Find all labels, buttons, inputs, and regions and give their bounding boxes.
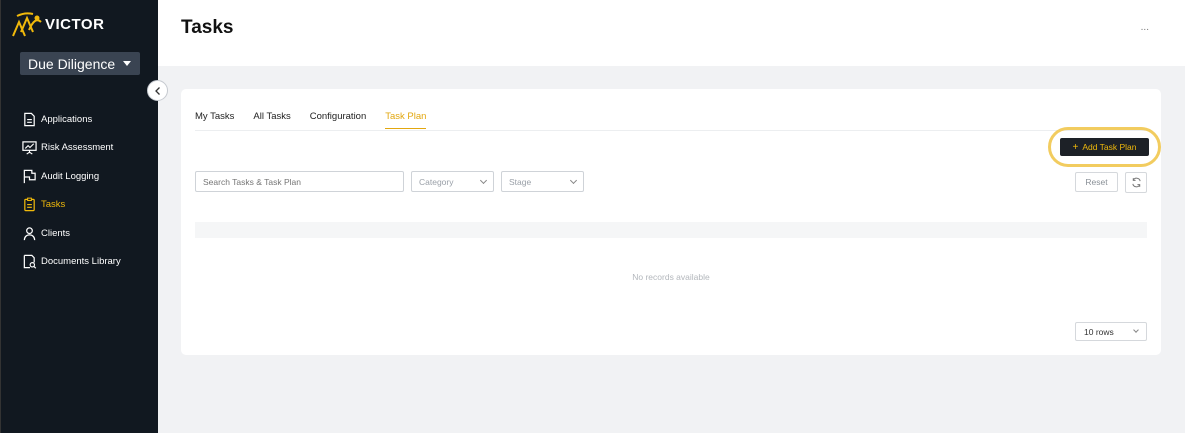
chevron-down-icon	[1133, 327, 1139, 333]
user-icon	[20, 224, 38, 242]
sidebar-item-label: Documents Library	[41, 256, 121, 268]
table-header	[195, 222, 1147, 238]
module-select-value: Due Diligence	[28, 55, 116, 72]
search-input[interactable]	[195, 171, 404, 192]
sidebar-nav: Applications Risk Assessment Audit Loggi…	[20, 105, 155, 276]
refresh-button[interactable]	[1125, 172, 1147, 193]
tab-task-plan[interactable]: Task Plan	[385, 111, 427, 129]
add-task-plan-label: Add Task Plan	[1082, 142, 1137, 152]
tab-my-tasks[interactable]: My Tasks	[195, 111, 234, 129]
page-header: Tasks ...	[158, 0, 1185, 66]
sidebar: VICTOR Due Diligence Applications Risk A…	[0, 0, 158, 433]
tab-configuration[interactable]: Configuration	[310, 111, 367, 129]
stage-placeholder: Stage	[509, 176, 532, 187]
sidebar-item-risk-assessment[interactable]: Risk Assessment	[20, 134, 155, 163]
sidebar-item-audit-logging[interactable]: Audit Logging	[20, 162, 155, 191]
chevron-down-icon	[569, 176, 578, 185]
brand-name: VICTOR	[45, 15, 105, 33]
clipboard-icon	[20, 196, 38, 214]
sidebar-item-applications[interactable]: Applications	[20, 105, 155, 134]
tabs-divider	[195, 130, 1147, 131]
logo[interactable]: VICTOR	[11, 10, 104, 38]
refresh-icon	[1131, 177, 1141, 188]
add-task-plan-button[interactable]: + Add Task Plan	[1060, 138, 1149, 156]
category-select[interactable]: Category	[411, 171, 494, 192]
add-task-plan-highlight: + Add Task Plan	[1048, 127, 1161, 167]
module-select[interactable]: Due Diligence	[20, 52, 140, 75]
more-menu-button[interactable]: ...	[1141, 22, 1149, 33]
document-search-icon	[20, 253, 38, 271]
presentation-chart-icon	[20, 139, 38, 157]
collapse-sidebar-button[interactable]	[147, 80, 168, 101]
sidebar-item-clients[interactable]: Clients	[20, 219, 155, 248]
sidebar-item-label: Tasks	[41, 199, 66, 211]
sidebar-item-label: Applications	[41, 113, 93, 125]
sidebar-item-label: Clients	[41, 227, 71, 239]
chevron-left-icon	[154, 86, 160, 95]
sidebar-item-label: Risk Assessment	[41, 142, 114, 154]
reset-button[interactable]: Reset	[1075, 172, 1118, 192]
caret-down-icon	[123, 61, 132, 66]
tab-all-tasks[interactable]: All Tasks	[253, 111, 290, 129]
rows-per-page-select[interactable]: 10 rows	[1075, 322, 1147, 341]
chevron-down-icon	[479, 176, 488, 185]
plus-icon: +	[1072, 141, 1079, 153]
sidebar-item-tasks[interactable]: Tasks	[20, 191, 155, 220]
empty-state-text: No records available	[632, 272, 710, 282]
task-plan-card: My Tasks All Tasks Configuration Task Pl…	[181, 89, 1161, 355]
victor-logo-icon	[12, 12, 42, 37]
stage-select[interactable]: Stage	[501, 171, 584, 192]
category-placeholder: Category	[419, 176, 454, 187]
rows-per-page-value: 10 rows	[1084, 326, 1114, 337]
sidebar-item-documents-library[interactable]: Documents Library	[20, 248, 155, 277]
sidebar-item-label: Audit Logging	[41, 170, 100, 182]
tabs: My Tasks All Tasks Configuration Task Pl…	[195, 111, 445, 129]
flag-icon	[20, 167, 38, 185]
page-title: Tasks	[181, 17, 234, 38]
document-icon	[20, 110, 38, 128]
